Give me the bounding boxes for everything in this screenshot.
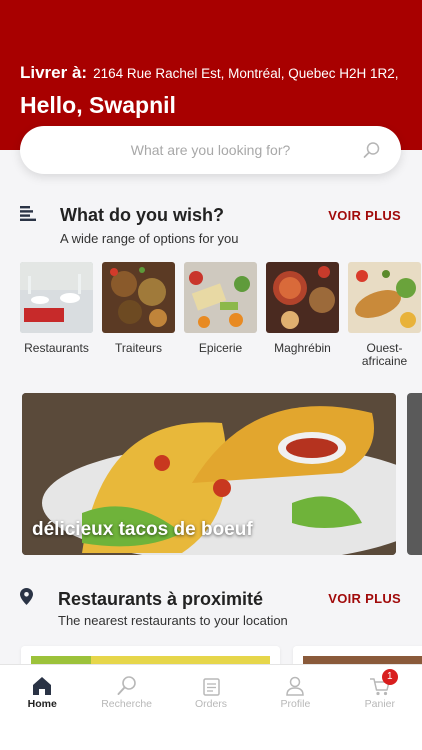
category-label: Maghrébin [274,341,331,355]
category-label: Restaurants [24,341,89,355]
category-list: Restaurants Traiteurs Epicerie Maghrébin… [20,262,422,372]
profile-icon [286,676,305,696]
nearby-see-more-link[interactable]: VOIR PLUS [328,591,401,606]
location-pin-icon [20,588,33,605]
category-image [20,262,93,333]
category-label: Epicerie [198,341,243,355]
search-bar[interactable]: What are you looking for? [20,126,401,174]
tab-label: Profile [280,698,311,710]
category-image [266,262,339,333]
tab-panier[interactable]: 1 Panier [338,665,422,750]
tab-home[interactable]: Home [0,665,84,750]
category-maghrebin[interactable]: Maghrébin [266,262,339,372]
wish-title: What do you wish? [60,205,224,225]
search-placeholder[interactable]: What are you looking for? [20,142,401,158]
category-restaurants[interactable]: Restaurants [20,262,93,372]
category-image [348,262,421,333]
nearby-subtitle: The nearest restaurants to your location [58,613,288,628]
promo-banner[interactable]: délicieux tacos de boeuf [22,393,396,555]
category-image [102,262,175,333]
greeting: Hello, Swapnil [20,92,176,118]
wish-subtitle: A wide range of options for you [60,231,239,246]
category-label: Traiteurs [115,341,162,355]
category-image [184,262,257,333]
menu-list-icon [20,206,36,221]
deliver-label: Livrer à: [20,63,88,82]
tab-label: Orders [194,698,228,710]
promo-caption: délicieux tacos de boeuf [32,519,253,540]
category-epicerie[interactable]: Epicerie [184,262,257,372]
category-traiteurs[interactable]: Traiteurs [102,262,175,372]
search-icon[interactable] [363,141,381,159]
search-icon [117,676,136,695]
home-icon [33,677,52,695]
wish-see-more-link[interactable]: VOIR PLUS [328,208,401,223]
tab-label: Home [27,698,57,710]
tab-label: Recherche [101,698,152,710]
nearby-title: Restaurants à proximité [58,589,264,609]
next-promo-banner[interactable] [407,393,422,555]
category-label: Ouest-africaine [361,341,408,368]
delivery-address-bar[interactable]: Livrer à: 2164 Rue Rachel Est, Montréal,… [20,63,399,83]
delivery-address[interactable]: 2164 Rue Rachel Est, Montréal, Quebec H2… [93,66,398,81]
tab-profile[interactable]: Profile [253,665,337,750]
orders-icon [203,678,220,696]
cart-count-badge: 1 [381,669,398,685]
category-ouest-africaine[interactable]: Ouest-africaine [348,262,421,372]
tab-orders[interactable]: Orders [169,665,253,750]
tab-label: Panier [364,698,395,710]
bottom-tab-bar: Home Recherche Orders Profile 1 Panier [0,664,422,750]
tab-recherche[interactable]: Recherche [84,665,168,750]
